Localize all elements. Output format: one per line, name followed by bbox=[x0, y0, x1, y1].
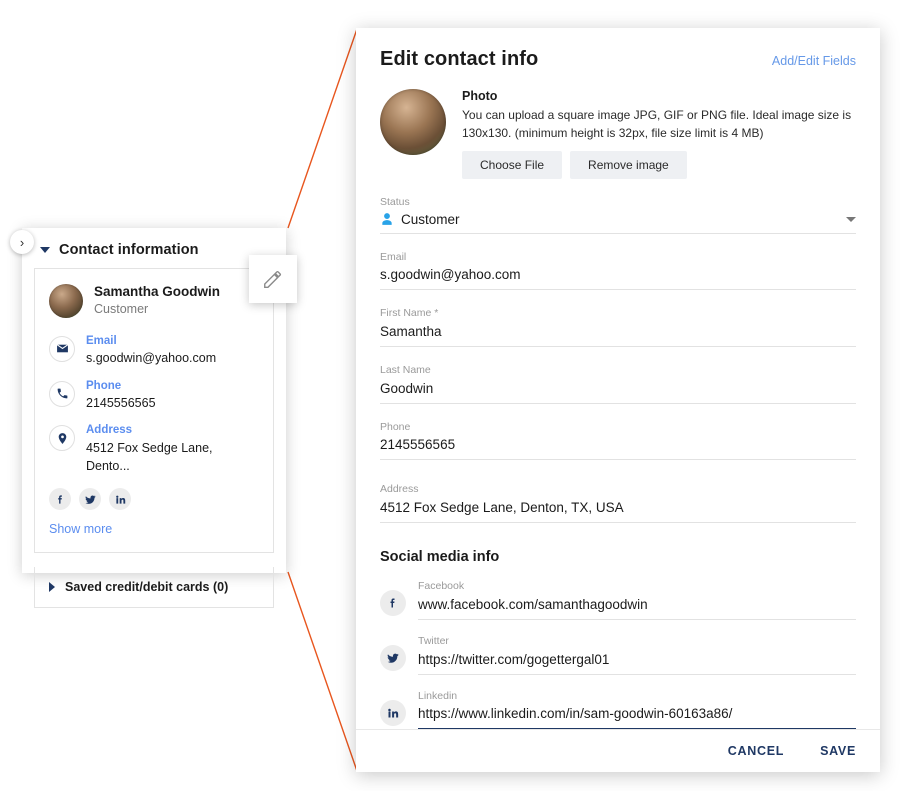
contact-name: Samantha Goodwin bbox=[94, 284, 221, 299]
dialog-header: Edit contact info Add/Edit Fields bbox=[380, 48, 856, 71]
person-icon bbox=[382, 213, 392, 226]
status-select[interactable]: Customer bbox=[380, 210, 856, 234]
avatar bbox=[49, 283, 83, 318]
photo-buttons: Choose File Remove image bbox=[462, 151, 852, 179]
contact-information-title: Contact information bbox=[59, 242, 199, 258]
choose-file-button[interactable]: Choose File bbox=[462, 151, 563, 179]
photo-label: Photo bbox=[462, 89, 498, 103]
avatar bbox=[380, 89, 446, 155]
first-name-input[interactable] bbox=[380, 321, 856, 348]
facebook-icon bbox=[380, 589, 406, 616]
edit-contact-button[interactable] bbox=[249, 255, 297, 303]
detail-value: 2145556565 bbox=[86, 396, 156, 411]
detail-label: Address bbox=[86, 424, 133, 437]
contact-role: Customer bbox=[94, 302, 149, 317]
phone-field: Phone bbox=[380, 420, 856, 461]
facebook-input[interactable] bbox=[418, 593, 856, 620]
linkedin-icon[interactable] bbox=[109, 488, 131, 511]
pencil-icon bbox=[264, 270, 282, 288]
saved-cards-label: Saved credit/debit cards (0) bbox=[65, 580, 229, 595]
facebook-icon[interactable] bbox=[49, 488, 71, 511]
panel-expand-handle[interactable]: › bbox=[10, 230, 34, 254]
add-edit-fields-link[interactable]: Add/Edit Fields bbox=[772, 54, 856, 68]
twitter-label: Twitter bbox=[418, 634, 449, 647]
photo-description: You can upload a square image JPG, GIF o… bbox=[462, 108, 852, 140]
remove-image-button[interactable]: Remove image bbox=[570, 151, 687, 179]
contact-social-links bbox=[49, 488, 259, 511]
save-button[interactable]: SAVE bbox=[820, 744, 856, 758]
social-media-section-title: Social media info bbox=[380, 549, 500, 566]
detail-value: s.goodwin@yahoo.com bbox=[86, 351, 217, 366]
facebook-label: Facebook bbox=[418, 580, 465, 593]
status-value: Customer bbox=[401, 211, 460, 227]
linkedin-icon bbox=[380, 700, 406, 727]
detail-label: Phone bbox=[86, 379, 122, 392]
contact-detail-email: Email s.goodwin@yahoo.com bbox=[49, 333, 259, 368]
last-name-input[interactable] bbox=[380, 377, 856, 404]
cancel-button[interactable]: CANCEL bbox=[728, 744, 784, 758]
edit-contact-dialog: Edit contact info Add/Edit Fields Photo … bbox=[356, 28, 880, 772]
dialog-body: Edit contact info Add/Edit Fields Photo … bbox=[356, 28, 880, 729]
last-name-field: Last Name bbox=[380, 363, 856, 404]
detail-label: Email bbox=[86, 334, 117, 347]
twitter-input[interactable] bbox=[418, 648, 856, 675]
address-input[interactable] bbox=[380, 497, 856, 524]
screenshot-root: › Contact information Samantha Goodwin C… bbox=[0, 0, 904, 791]
show-more-link[interactable]: Show more bbox=[49, 522, 259, 536]
address-label: Address bbox=[380, 483, 419, 496]
detail-value: 4512 Fox Sedge Lane, Dento... bbox=[86, 440, 213, 474]
contact-identity: Samantha Goodwin Customer bbox=[49, 283, 259, 319]
chevron-down-icon bbox=[846, 216, 856, 222]
dialog-footer: CANCEL SAVE bbox=[356, 729, 880, 772]
saved-cards-section[interactable]: Saved credit/debit cards (0) bbox=[34, 567, 274, 609]
twitter-icon[interactable] bbox=[79, 488, 101, 511]
chevron-right-icon bbox=[49, 582, 55, 593]
address-field: Address bbox=[380, 482, 856, 524]
page-title: Edit contact info bbox=[380, 48, 539, 70]
linkedin-label: Linkedin bbox=[418, 689, 458, 702]
chevron-down-icon bbox=[40, 247, 50, 253]
email-field: Email bbox=[380, 250, 856, 291]
linkedin-field: Linkedin bbox=[380, 689, 856, 729]
location-pin-icon bbox=[49, 425, 75, 452]
phone-label: Phone bbox=[380, 420, 411, 433]
last-name-label: Last Name bbox=[380, 364, 431, 377]
status-field: Status Customer bbox=[380, 195, 856, 234]
envelope-icon bbox=[49, 335, 75, 362]
chevron-right-icon: › bbox=[19, 234, 25, 250]
phone-input[interactable] bbox=[380, 434, 856, 461]
facebook-field: Facebook bbox=[380, 579, 856, 620]
first-name-field: First Name * bbox=[380, 306, 856, 348]
phone-icon bbox=[49, 380, 75, 407]
twitter-field: Twitter bbox=[380, 634, 856, 675]
contact-information-header[interactable]: Contact information bbox=[22, 228, 286, 268]
email-input[interactable] bbox=[380, 264, 856, 291]
twitter-icon bbox=[380, 644, 406, 671]
email-label: Email bbox=[380, 250, 407, 263]
contact-detail-phone: Phone 2145556565 bbox=[49, 378, 259, 413]
photo-section: Photo You can upload a square image JPG,… bbox=[380, 89, 856, 179]
linkedin-input[interactable] bbox=[418, 703, 856, 729]
first-name-label: First Name * bbox=[380, 307, 439, 320]
status-label: Status bbox=[380, 196, 410, 208]
contact-detail-address: Address 4512 Fox Sedge Lane, Dento... bbox=[49, 422, 259, 475]
contact-card: Samantha Goodwin Customer Email s.goodwi… bbox=[34, 255, 297, 554]
contact-information-panel: Contact information Samantha Goodwin Cus… bbox=[22, 228, 297, 609]
